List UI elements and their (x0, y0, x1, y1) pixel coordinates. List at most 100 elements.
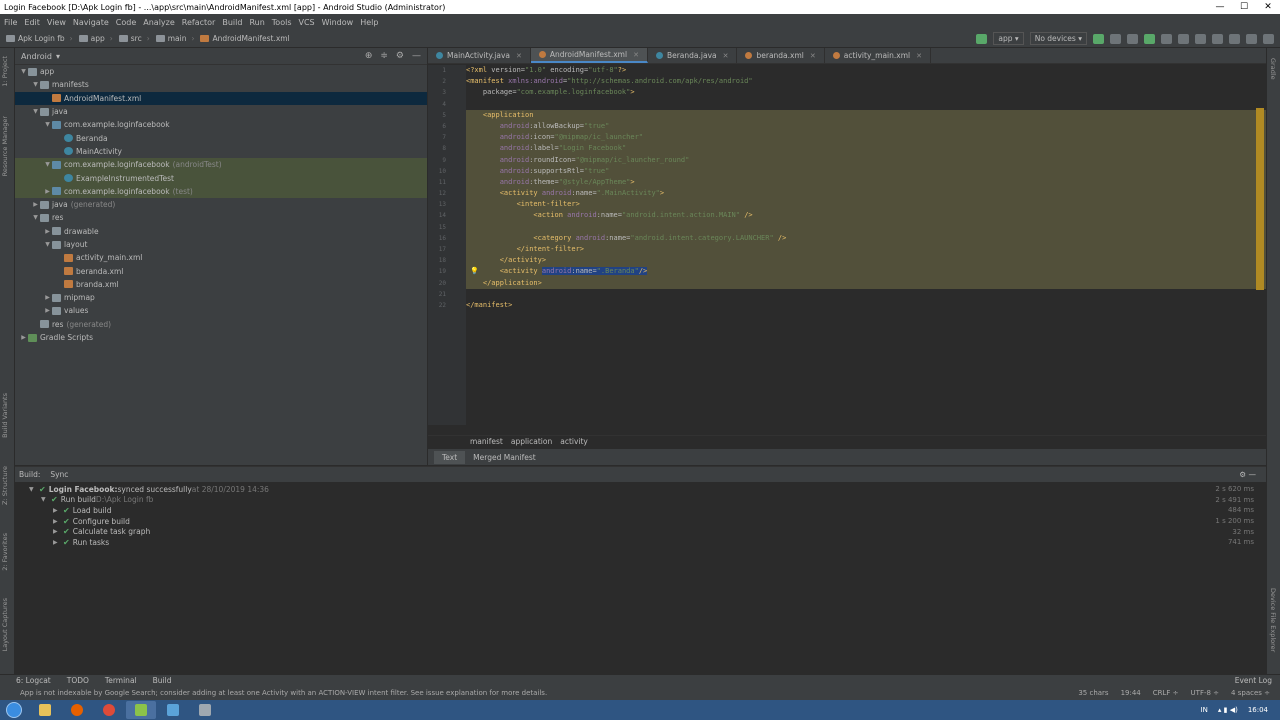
expand-arrow-icon[interactable]: ▼ (31, 214, 40, 221)
code-line[interactable]: 7 android:icon="@mipmap/ic_launcher" (442, 132, 1266, 144)
language-indicator[interactable]: IN (1201, 706, 1208, 714)
code-line[interactable]: 4 (442, 99, 1266, 110)
editor-tab[interactable]: Beranda.java ✕ (648, 48, 738, 63)
tab-layout-captures[interactable]: Layout Captures (1, 598, 9, 651)
device-select[interactable]: No devices ▾ (1029, 32, 1087, 45)
build-row[interactable]: ▶ ✔ Configure build 1 s 200 ms (21, 516, 1266, 527)
start-button[interactable] (0, 700, 28, 720)
editor-tab[interactable]: MainActivity.java ✕ (428, 48, 531, 63)
expand-arrow-icon[interactable]: ▼ (43, 121, 52, 128)
tree-item[interactable]: ▶ drawable (15, 225, 427, 238)
breadcrumb-item[interactable]: AndroidManifest.xml (200, 34, 290, 43)
locate-icon[interactable]: ⊕ (365, 51, 373, 61)
tree-item[interactable]: ▼ java (15, 105, 427, 118)
tree-item[interactable]: ExampleInstrumentedTest (15, 171, 427, 185)
close-icon[interactable]: ✕ (810, 52, 816, 60)
tab-build[interactable]: Build (153, 676, 172, 685)
taskbar-explorer[interactable] (30, 701, 60, 719)
code-line[interactable]: 18 </activity> (439, 255, 1266, 267)
project-structure-icon[interactable] (1246, 33, 1257, 44)
tree-item[interactable]: ▼ manifests (15, 78, 427, 91)
tree-item[interactable]: activity_main.xml (15, 251, 427, 264)
editor-breadcrumb[interactable]: activity (560, 437, 588, 446)
gear-icon[interactable]: ⚙ (396, 51, 404, 61)
menu-code[interactable]: Code (116, 18, 136, 27)
close-icon[interactable]: ✕ (633, 51, 639, 59)
editor-tab[interactable]: AndroidManifest.xml ✕ (530, 48, 648, 63)
breadcrumb-item[interactable]: main › (155, 34, 194, 43)
tab-gradle[interactable]: Gradle (1269, 58, 1277, 80)
code-line[interactable]: 20 </application> (439, 277, 1266, 289)
menu-run[interactable]: Run (249, 18, 264, 27)
tree-item[interactable]: Beranda (15, 131, 427, 144)
code-view[interactable]: 1 <?xml version="1.0" encoding="utf-8"?> 2… (439, 65, 1266, 425)
code-line[interactable]: 6 android:allowBackup="true" (442, 120, 1266, 133)
avd-manager-icon[interactable] (1212, 33, 1223, 44)
expand-arrow-icon[interactable]: ▼ (43, 241, 52, 248)
file-encoding[interactable]: UTF-8 ÷ (1191, 689, 1220, 697)
editor-breadcrumb[interactable]: manifest (470, 437, 503, 446)
tree-item[interactable]: ▶ Gradle Scripts (15, 331, 427, 344)
tree-item[interactable]: ▶ mipmap (15, 291, 427, 304)
breadcrumb-item[interactable]: Apk Login fb › (6, 34, 73, 43)
status-message[interactable]: App is not indexable by Google Search; c… (20, 689, 547, 697)
tree-item[interactable]: ▼ layout (15, 238, 427, 251)
expand-arrow-icon[interactable]: ▶ (43, 294, 52, 301)
code-line[interactable]: 16 <category android:name="android.inten… (439, 232, 1266, 244)
tree-item[interactable]: ▶ com.example.loginfacebook (test) (15, 184, 427, 198)
code-line[interactable]: 14 <action android:name="android.intent.… (439, 210, 1266, 222)
expand-arrow-icon[interactable]: ▶ (53, 528, 63, 535)
search-icon[interactable] (1263, 33, 1274, 44)
close-button[interactable]: ✕ (1256, 2, 1280, 12)
tree-item[interactable]: ▼ app (15, 65, 427, 78)
code-line[interactable]: 2 <manifest xmlns:android="http://schemas… (442, 76, 1266, 87)
expand-arrow-icon[interactable]: ▼ (31, 108, 40, 115)
tree-item[interactable]: ▼ com.example.loginfacebook (15, 118, 427, 131)
code-line[interactable]: 3 package="com.example.loginfacebook"> (442, 87, 1266, 98)
build-row[interactable]: ▶ ✔ Calculate task graph 32 ms (21, 526, 1266, 537)
tab-build-variants[interactable]: Build Variants (1, 393, 9, 438)
attach-debugger-icon[interactable] (1161, 33, 1172, 44)
tree-item[interactable]: ▼ com.example.loginfacebook (androidTest) (15, 158, 427, 172)
sync-icon[interactable] (1195, 33, 1206, 44)
menu-edit[interactable]: Edit (24, 18, 40, 27)
collapse-all-icon[interactable]: ≑ (380, 51, 388, 61)
hide-icon[interactable]: — (412, 51, 421, 61)
caret-position[interactable]: 19:44 (1121, 689, 1141, 697)
tab-device-file-explorer[interactable]: Device File Explorer (1269, 588, 1277, 652)
tab-todo[interactable]: TODO (67, 676, 89, 685)
tab-merged-manifest[interactable]: Merged Manifest (465, 451, 544, 464)
chevron-down-icon[interactable]: ▾ (56, 52, 60, 61)
editor-breadcrumb[interactable]: application (511, 437, 552, 446)
expand-arrow-icon[interactable]: ▶ (53, 539, 63, 546)
code-line[interactable]: 5 <application (442, 109, 1266, 121)
expand-arrow-icon[interactable]: ▶ (53, 507, 63, 514)
menu-navigate[interactable]: Navigate (73, 18, 109, 27)
clock[interactable]: 16:04 (1248, 706, 1268, 714)
expand-arrow-icon[interactable]: ▼ (31, 81, 40, 88)
indent-setting[interactable]: 4 spaces ÷ (1231, 689, 1270, 697)
editor-tab[interactable]: beranda.xml ✕ (737, 48, 825, 63)
code-line[interactable]: 8 android:label="Login Facebook" (442, 143, 1266, 155)
menu-refactor[interactable]: Refactor (182, 18, 216, 27)
taskbar-android-studio[interactable] (126, 701, 156, 719)
expand-arrow-icon[interactable]: ▶ (31, 201, 40, 208)
apply-changes-icon[interactable] (1110, 33, 1121, 44)
lightbulb-icon[interactable]: 💡 (470, 266, 479, 277)
expand-arrow-icon[interactable]: ▼ (19, 68, 28, 75)
taskbar-chrome[interactable] (94, 701, 124, 719)
tree-item[interactable]: ▼ res (15, 211, 427, 224)
menu-window[interactable]: Window (322, 18, 354, 27)
code-line[interactable]: 22 </manifest> (439, 300, 1266, 311)
minimize-button[interactable]: — (1208, 2, 1232, 12)
line-separator[interactable]: CRLF ÷ (1153, 689, 1179, 697)
menu-help[interactable]: Help (360, 18, 378, 27)
menu-vcs[interactable]: VCS (299, 18, 315, 27)
expand-arrow-icon[interactable]: ▶ (19, 334, 28, 341)
code-line[interactable]: 10 android:supportsRtl="true" (439, 165, 1266, 177)
breadcrumb-item[interactable]: app › (78, 34, 113, 43)
menu-analyze[interactable]: Analyze (143, 18, 175, 27)
code-line[interactable]: 13 <intent-filter> (439, 199, 1266, 211)
run-config-select[interactable]: app ▾ (993, 32, 1024, 45)
menu-build[interactable]: Build (222, 18, 242, 27)
